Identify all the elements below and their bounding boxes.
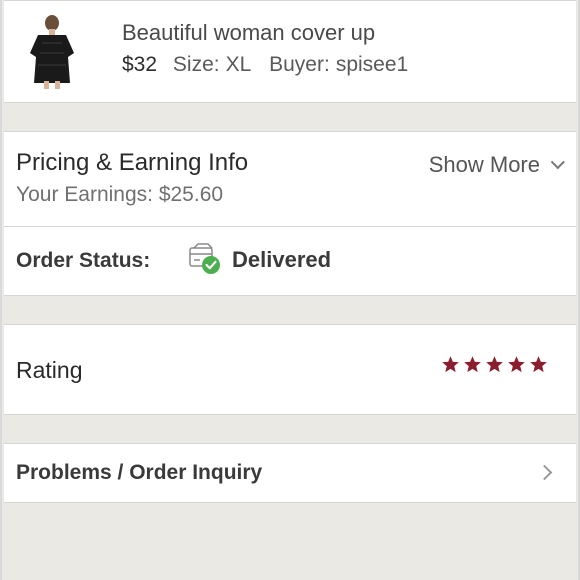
star-icon — [442, 356, 459, 373]
item-card[interactable]: Beautiful woman cover up $32 Size: XL Buy… — [4, 0, 576, 103]
problems-inquiry-row[interactable]: Problems / Order Inquiry — [4, 443, 576, 503]
star-icon — [530, 356, 547, 373]
item-meta: $32 Size: XL Buyer: spisee1 — [122, 53, 420, 77]
buyer-label: Buyer: — [269, 53, 330, 76]
chevron-down-icon — [550, 155, 565, 170]
order-status-label: Order Status: — [16, 249, 151, 272]
star-icon — [464, 356, 481, 373]
product-photo-icon[interactable] — [18, 13, 86, 89]
chevron-right-icon — [536, 464, 553, 481]
item-title: Beautiful woman cover up — [122, 20, 376, 45]
star-icon — [486, 356, 503, 373]
pricing-section: Pricing & Earning Info Your Earnings: $2… — [4, 131, 576, 226]
rating-section: Rating — [4, 324, 576, 415]
rating-stars — [441, 355, 548, 374]
order-status-section: Order Status: Delivered — [4, 226, 576, 296]
show-more-label: Show More — [428, 152, 540, 177]
buyer-value[interactable]: spisee1 — [336, 53, 408, 76]
order-status-value: Delivered — [232, 247, 332, 272]
show-more-button[interactable]: Show More — [428, 152, 565, 178]
size-label: Size: — [172, 53, 220, 76]
rating-label: Rating — [16, 357, 83, 383]
pricing-title: Pricing & Earning Info — [16, 149, 249, 176]
earnings-text: Your Earnings: $25.60 — [16, 183, 224, 206]
star-icon — [508, 356, 525, 373]
size-value: XL — [225, 53, 252, 76]
delivered-box-icon — [188, 243, 222, 275]
item-price: $32 — [122, 53, 158, 76]
problems-inquiry-label: Problems / Order Inquiry — [16, 461, 263, 484]
